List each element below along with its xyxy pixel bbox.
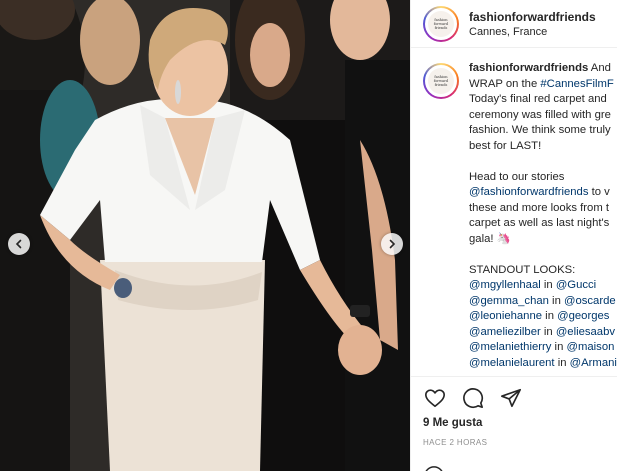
like-button[interactable] bbox=[423, 386, 447, 410]
caption-text-segment: in bbox=[551, 341, 567, 353]
heart-icon bbox=[425, 389, 445, 408]
caption-area: fashion forward friends fashionforwardfr… bbox=[411, 49, 617, 376]
caption-text-segment: fashion. We think some truly bbox=[469, 124, 611, 136]
mention-link[interactable]: @melanielaurent bbox=[469, 357, 555, 369]
caption-text-segment: WRAP on the bbox=[469, 77, 541, 90]
caption-line: gala! 🦄 bbox=[469, 232, 617, 248]
mention-link[interactable]: @eliesaabv bbox=[556, 326, 615, 338]
post-media[interactable] bbox=[0, 0, 410, 471]
emoji-icon[interactable] bbox=[423, 465, 445, 471]
mention-link[interactable]: @oscarde bbox=[564, 295, 616, 307]
caption-comment: fashion forward friends fashionforwardfr… bbox=[423, 61, 617, 371]
post-actions: 9 Me gusta HACE 2 HORAS bbox=[411, 376, 617, 471]
post-username[interactable]: fashionforwardfriends bbox=[469, 10, 596, 24]
caption-text-segment: best for LAST! bbox=[469, 139, 542, 152]
caption-text-segment: gala! 🦄 bbox=[469, 232, 511, 245]
comment-icon bbox=[463, 388, 484, 409]
caption-text-segment: in bbox=[542, 310, 558, 322]
chevron-left-icon bbox=[15, 239, 22, 249]
caption-line: these and more looks from t bbox=[469, 201, 617, 217]
caption-line: ceremony was filled with gre bbox=[469, 108, 617, 124]
caption-text-segment: in bbox=[540, 279, 556, 291]
caption-line: @ameliezilber in @eliesaabv bbox=[469, 325, 617, 341]
caption-line: @fashionforwardfriends to v bbox=[469, 185, 617, 201]
brand-logo: fashion forward friends bbox=[428, 10, 454, 37]
chevron-right-icon bbox=[389, 239, 396, 249]
caption-line: fashionforwardfriends And bbox=[469, 61, 617, 77]
caption-line: STANDOUT LOOKS: bbox=[469, 263, 617, 279]
caption-line: fashion. We think some truly bbox=[469, 123, 617, 139]
mention-link[interactable]: @leoniehanne bbox=[469, 310, 542, 322]
caption-line: carpet as well as last night's bbox=[469, 216, 617, 232]
caption-avatar[interactable]: fashion forward friends bbox=[423, 63, 459, 99]
carousel-prev-button[interactable] bbox=[8, 233, 30, 255]
post-location[interactable]: Cannes, France bbox=[469, 26, 596, 38]
caption-text-segment: in bbox=[548, 294, 564, 307]
caption-line: @mgyllenhaal in @Gucci bbox=[469, 278, 617, 294]
caption-text-segment: to v bbox=[588, 186, 610, 198]
caption-text-segment: in bbox=[540, 325, 556, 338]
caption-text: fashionforwardfriends And WRAP on the #Ca… bbox=[469, 61, 617, 371]
caption-username[interactable]: fashionforwardfriends bbox=[469, 62, 588, 74]
avatar[interactable]: fashion forward friends bbox=[423, 5, 459, 42]
mention-link[interactable]: @Armani bbox=[570, 357, 617, 369]
caption-text-segment: these and more looks from t bbox=[469, 201, 610, 214]
caption-line: Head to our stories bbox=[469, 170, 617, 186]
caption-line: Today's final red carpet and bbox=[469, 92, 617, 108]
mention-link[interactable]: @fashionforwardfriends bbox=[469, 186, 588, 198]
caption-text-segment: carpet as well as last night's bbox=[469, 217, 610, 229]
mention-link[interactable]: @mgyllenhaal bbox=[469, 279, 541, 291]
mention-link[interactable]: @ameliezilber bbox=[469, 326, 541, 338]
caption-text-segment: Today's final red carpet and bbox=[469, 93, 607, 105]
caption-line: WRAP on the #CannesFilmF bbox=[469, 77, 617, 93]
caption-text-segment: And bbox=[588, 62, 611, 74]
mention-link[interactable]: @maison bbox=[567, 341, 615, 353]
likes-count[interactable]: 9 Me gusta bbox=[423, 417, 606, 429]
post-photo bbox=[0, 0, 410, 471]
caption-line: @melaniethierry in @maison bbox=[469, 340, 617, 356]
caption-text-segment: STANDOUT LOOKS: bbox=[469, 263, 576, 276]
mention-link[interactable]: @melaniethierry bbox=[469, 341, 551, 353]
caption-text-segment: in bbox=[554, 356, 570, 369]
caption-line: best for LAST! bbox=[469, 139, 617, 155]
caption-line: @melanielaurent in @Armani bbox=[469, 356, 617, 372]
mention-link[interactable]: @georges bbox=[557, 310, 609, 322]
share-button[interactable] bbox=[499, 386, 523, 410]
hashtag-link[interactable]: #CannesFilmF bbox=[540, 78, 613, 90]
comment-button[interactable] bbox=[461, 386, 485, 410]
caption-line: @leoniehanne in @georges bbox=[469, 309, 617, 325]
caption-text-segment: ceremony was filled with gre bbox=[469, 108, 611, 121]
post-header: fashion forward friends fashionforwardfr… bbox=[411, 0, 617, 48]
mention-link[interactable]: @Gucci bbox=[556, 279, 596, 291]
caption-text-segment: Head to our stories bbox=[469, 170, 565, 183]
brand-logo: fashion forward friends bbox=[428, 68, 454, 94]
post-timestamp[interactable]: HACE 2 HORAS bbox=[423, 438, 606, 447]
paper-plane-icon bbox=[501, 388, 521, 408]
caption-line: @gemma_chan in @oscarde bbox=[469, 294, 617, 310]
mention-link[interactable]: @gemma_chan bbox=[469, 295, 549, 307]
post-side-panel: fashion forward friends fashionforwardfr… bbox=[410, 0, 617, 471]
carousel-next-button[interactable] bbox=[381, 233, 403, 255]
